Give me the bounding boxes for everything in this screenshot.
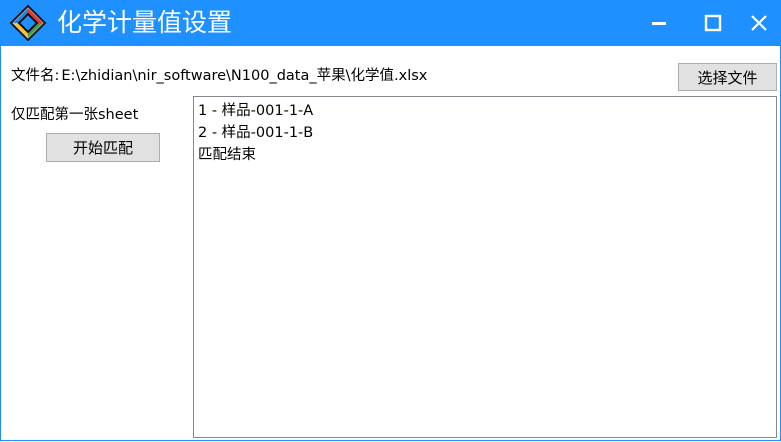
close-icon	[751, 15, 767, 31]
maximize-button[interactable]	[691, 0, 735, 46]
result-line: 1 - 样品-001-1-A	[198, 103, 314, 119]
only-first-sheet-label: 仅匹配第一张sheet	[11, 107, 139, 123]
window-title: 化学计量值设置	[57, 8, 233, 37]
maximize-icon	[704, 14, 722, 32]
result-line: 匹配结束	[198, 147, 256, 163]
result-textbox[interactable]: 1 - 样品-001-1-A 2 - 样品-001-1-B 匹配结束	[193, 96, 777, 438]
result-line: 2 - 样品-001-1-B	[198, 125, 314, 141]
app-logo-icon	[9, 4, 47, 42]
file-path-row: 文件名: E:\zhidian\nir_software\N100_data_苹果…	[11, 64, 427, 85]
file-path-value: E:\zhidian\nir_software\N100_data_苹果\化学值…	[61, 68, 428, 84]
main-window: 化学计量值设置 文件名: E:\zhidian\nir_software\N100…	[0, 0, 781, 441]
minimize-button[interactable]	[637, 0, 681, 46]
file-name-label: 文件名:	[11, 68, 60, 84]
close-button[interactable]	[737, 0, 781, 46]
choose-file-button[interactable]: 选择文件	[678, 63, 777, 91]
minimize-icon	[652, 22, 666, 25]
title-bar[interactable]: 化学计量值设置	[1, 0, 780, 46]
start-match-button[interactable]: 开始匹配	[46, 133, 160, 162]
